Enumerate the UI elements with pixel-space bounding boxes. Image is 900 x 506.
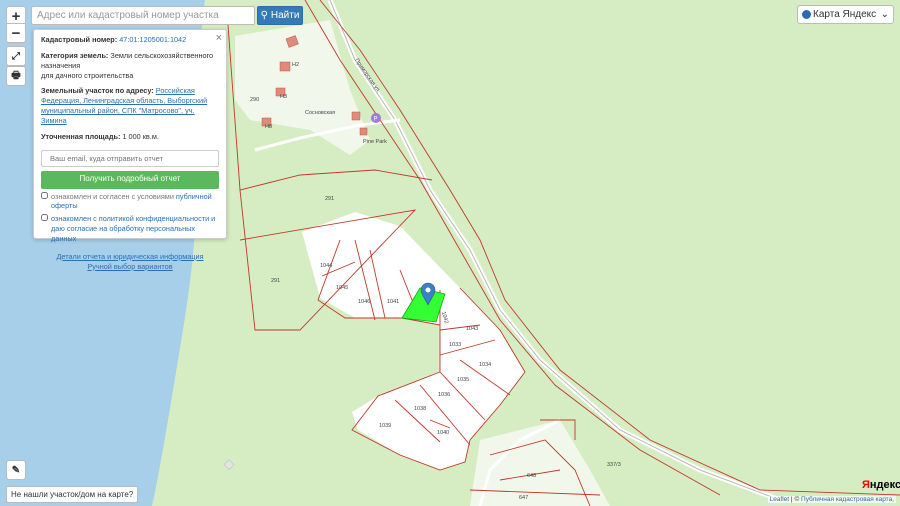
parcel-label-1036: 1036 — [438, 392, 450, 398]
copyright-sign: © — [794, 496, 800, 503]
cadastral-number-value[interactable]: 47:01:1205001:1042 — [119, 35, 186, 44]
parcel-label-337-3: 337/3 — [607, 462, 621, 468]
parcel-label-1040: 1040 — [437, 430, 449, 436]
email-field[interactable] — [41, 149, 219, 167]
cadastral-number-label: Кадастровый номер: — [41, 35, 118, 44]
report-details-link[interactable]: Детали отчета и юридическая информация — [41, 252, 219, 262]
offer-checkbox[interactable] — [41, 191, 48, 199]
parcel-label-647: 647 — [519, 495, 528, 501]
street-label-sosnovskaya: Сосновская — [305, 110, 335, 116]
radio-selected-icon — [802, 10, 811, 19]
pencil-icon: ✎ — [11, 464, 21, 476]
parcel-label-1035: 1035 — [457, 377, 469, 383]
parcel-label-1044: 1044 — [320, 263, 332, 269]
leaflet-link[interactable]: Leaflet — [770, 496, 790, 503]
get-report-button[interactable]: Получить подробный отчет — [41, 170, 219, 189]
parcel-label-1043: 1043 — [466, 326, 478, 332]
privacy-checkbox[interactable] — [41, 214, 48, 222]
layer-selected-label: Карта Яндекс — [813, 9, 877, 20]
attribution: Leaflet | © Публичная кадастровая карта, — [767, 496, 896, 503]
yandex-logo-first: Я — [862, 479, 870, 491]
area-label: Уточненная площадь: — [41, 131, 121, 141]
fullscreen-button[interactable]: ⤢ — [6, 46, 26, 66]
category-label: Категория земель: — [41, 50, 109, 60]
parcel-label-290: 290 — [250, 97, 259, 103]
area-value: 1 000 кв.м. — [122, 131, 159, 141]
close-icon[interactable]: × — [216, 31, 222, 46]
search-icon: ⚲ — [260, 10, 268, 21]
not-found-button[interactable]: Не нашли участок/дом на карте? — [6, 486, 139, 503]
parcel-label-1039: 1039 — [379, 423, 391, 429]
house-label-n8: Н8 — [265, 124, 272, 130]
zoom-out-button[interactable]: − — [6, 23, 26, 43]
chevron-down-icon: ⌄ — [880, 9, 889, 20]
house-label-n2: Н2 — [292, 62, 299, 68]
parcel-label-1041: 1041 — [387, 299, 399, 305]
pkk-link[interactable]: Публичная кадастровая карта, — [801, 496, 894, 503]
search-button[interactable]: ⚲ Найти — [257, 6, 303, 25]
parcel-label-291-b: 291 — [271, 278, 280, 284]
parcel-label-291-a: 291 — [325, 196, 334, 202]
svg-text:P: P — [374, 117, 378, 123]
house-label-n3: Н3 — [280, 94, 287, 100]
print-button[interactable]: 🖶 — [6, 66, 26, 86]
parcel-label-1046: 1046 — [358, 299, 370, 305]
draw-button[interactable]: ✎ — [6, 460, 26, 480]
attribution-separator: | — [790, 496, 793, 503]
parcel-label-1034: 1034 — [479, 362, 491, 368]
parcel-label-1045: 1045 — [336, 285, 348, 291]
parcel-label-648: 648 — [527, 473, 536, 479]
parcel-label-1033: 1033 — [449, 342, 461, 348]
yandex-logo: Яндекс — [862, 479, 900, 491]
print-icon: 🖶 — [11, 69, 21, 81]
category-use: для дачного строительства — [41, 70, 134, 80]
search-input[interactable] — [31, 6, 255, 25]
layer-selector[interactable]: Карта Яндекс ⌄ — [797, 5, 894, 24]
parcel-info-panel: × Кадастровый номер: 47:01:1205001:1042 … — [33, 29, 227, 271]
expand-icon: ⤢ — [12, 50, 20, 62]
poi-label: Pine Park — [363, 139, 387, 145]
offer-checkbox-label: ознакомлен и согласен с условиями публич… — [51, 192, 219, 212]
offer-checkbox-text: ознакомлен и согласен с условиями — [51, 191, 174, 201]
privacy-checkbox-label[interactable]: ознакомлен с политикой конфиденциальност… — [51, 214, 219, 244]
yandex-logo-rest: ндекс — [869, 479, 900, 491]
search-button-label: Найти — [270, 10, 300, 21]
parcel-label-1038: 1038 — [414, 406, 426, 412]
address-label: Земельный участок по адресу: — [41, 86, 154, 96]
manual-selection-link[interactable]: Ручной выбор вариантов — [41, 262, 219, 272]
